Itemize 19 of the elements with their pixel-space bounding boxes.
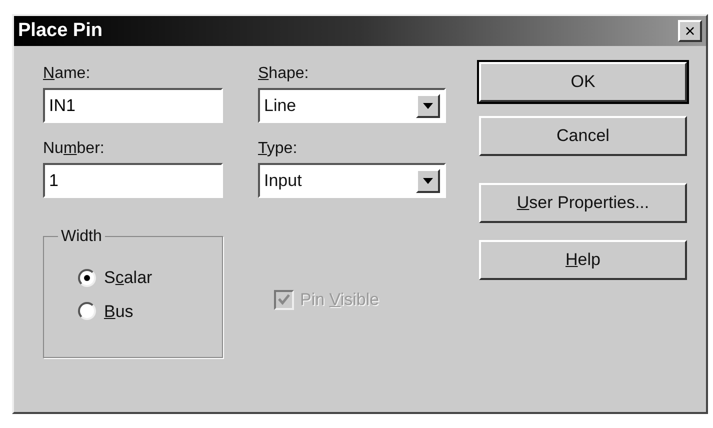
dialog-button[interactable]: Cancel: [479, 116, 687, 156]
name-field[interactable]: IN1: [43, 88, 223, 123]
window-title: Place Pin: [18, 18, 102, 43]
close-button[interactable]: ×: [678, 20, 702, 42]
name-label: Name:: [43, 64, 90, 84]
shape-dropdown[interactable]: Line: [258, 88, 446, 123]
type-label: Type:: [258, 139, 298, 159]
checkbox-icon: [274, 290, 294, 310]
dialog-button[interactable]: Help: [479, 240, 687, 280]
type-dropdown[interactable]: Input: [258, 163, 446, 198]
dialog-button[interactable]: User Properties...: [479, 183, 687, 223]
radio-option[interactable]: Scalar: [78, 265, 152, 290]
dropdown-value: Input: [264, 170, 302, 192]
dialog-button[interactable]: OK: [479, 62, 687, 102]
number-label: Number:: [43, 139, 104, 159]
radio-option[interactable]: Bus: [78, 298, 134, 324]
dropdown-value: Line: [264, 94, 296, 117]
shape-label: Shape:: [258, 64, 309, 84]
number-field[interactable]: 1: [43, 163, 223, 198]
